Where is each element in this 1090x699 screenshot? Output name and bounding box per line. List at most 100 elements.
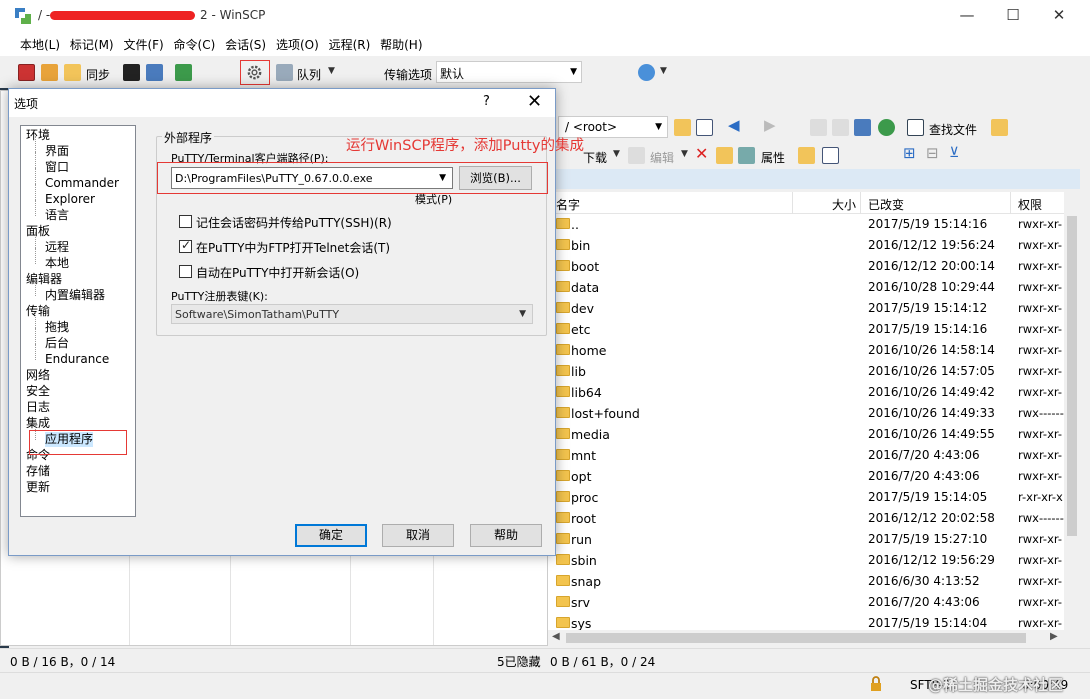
globe-dropdown-icon[interactable]: ▼ <box>660 66 667 76</box>
putty-path-input[interactable]: D:\ProgramFiles\PuTTY_0.67.0.0.exe ▼ <box>171 167 453 189</box>
col-changed[interactable]: 已改变 <box>868 196 904 213</box>
add-icon[interactable]: ⊞ <box>903 144 916 162</box>
find-files-label[interactable]: 查找文件 <box>929 121 977 138</box>
vertical-scrollbar[interactable] <box>1064 192 1080 646</box>
properties-icon[interactable] <box>738 147 755 164</box>
tree-item[interactable]: 网络 <box>26 368 50 383</box>
file-row[interactable]: etc 2017/5/19 15:14:16 rwxr-xr- <box>548 319 1068 340</box>
tree-item[interactable]: 窗口 <box>45 160 69 175</box>
hidden-count[interactable]: 5已隐藏 <box>497 653 541 670</box>
scroll-right-icon[interactable]: ▶ <box>1050 631 1058 642</box>
sync-browse-icon[interactable] <box>41 64 58 81</box>
properties-label[interactable]: 属性 <box>761 149 785 166</box>
parent-dir-icon[interactable] <box>810 119 827 136</box>
dialog-close-icon[interactable]: ✕ <box>527 91 542 112</box>
file-row[interactable]: mnt 2016/7/20 4:43:06 rwxr-xr- <box>548 445 1068 466</box>
col-size[interactable]: 大小 <box>832 196 856 213</box>
filter-icon[interactable] <box>696 119 713 136</box>
remote-file-list[interactable]: .. 2017/5/19 15:14:16 rwxr-xr-bin 2016/12/1… <box>548 214 1080 630</box>
queue-icon[interactable] <box>276 64 293 81</box>
col-name[interactable]: 名字 <box>556 196 580 213</box>
file-row[interactable]: lib64 2016/10/26 14:49:42 rwxr-xr- <box>548 382 1068 403</box>
ok-button[interactable]: 确定 <box>295 524 367 547</box>
auto-open-label[interactable]: 自动在PuTTY中打开新会话(O) <box>196 264 359 281</box>
menu-remote[interactable]: 远程(R) <box>326 32 374 53</box>
tree-item[interactable]: 存储 <box>26 464 50 479</box>
pattern-label[interactable]: 模式(P) <box>415 191 452 207</box>
tree-item[interactable]: 本地 <box>45 256 69 271</box>
file-row[interactable]: sys 2017/5/19 15:14:04 rwxr-xr- <box>548 613 1068 630</box>
file-row[interactable]: sbin 2016/12/12 19:56:29 rwxr-xr- <box>548 550 1068 571</box>
globe-icon[interactable] <box>638 64 655 81</box>
putty-icon[interactable] <box>146 64 163 81</box>
tree-item[interactable]: 环境 <box>26 128 50 143</box>
minimize-button[interactable]: — <box>944 0 990 32</box>
registry-key-select[interactable]: Software\SimonTatham\PuTTY ▼ <box>171 304 533 324</box>
rename-icon[interactable] <box>716 147 733 164</box>
remember-password-label[interactable]: 记住会话密码并传给PuTTY(SSH)(R) <box>196 214 392 231</box>
forward-arrow-icon[interactable]: ▶ <box>764 116 776 134</box>
horizontal-scrollbar[interactable]: ◀ ▶ <box>548 630 1064 646</box>
tree-item[interactable]: 面板 <box>26 224 50 239</box>
synchronize-icon[interactable] <box>64 64 81 81</box>
menu-mark[interactable]: 标记(M) <box>67 32 117 53</box>
col-rights[interactable]: 权限 <box>1018 196 1042 213</box>
browse-button[interactable]: 浏览(B)... <box>459 166 532 190</box>
telnet-ftp-checkbox[interactable] <box>179 238 192 253</box>
menu-options[interactable]: 选项(O) <box>273 32 322 53</box>
tree-item[interactable]: Explorer <box>45 192 95 207</box>
chevron-down-icon[interactable]: ▼ <box>439 173 446 183</box>
edit-label[interactable]: 编辑 <box>650 149 674 166</box>
edit-icon[interactable] <box>628 147 645 164</box>
remove-icon[interactable]: ⊟ <box>926 144 939 162</box>
file-row[interactable]: proc 2017/5/19 15:14:05 r-xr-xr-x <box>548 487 1068 508</box>
tree-item[interactable]: 界面 <box>45 144 69 159</box>
telnet-ftp-label[interactable]: 在PuTTY中为FTP打开Telnet会话(T) <box>196 239 390 256</box>
download-dropdown-icon[interactable]: ▼ <box>613 149 620 159</box>
edit-dropdown-icon[interactable]: ▼ <box>681 149 688 159</box>
tree-item[interactable]: 后台 <box>45 336 69 351</box>
new-file-icon[interactable] <box>822 147 839 164</box>
tree-item[interactable]: 安全 <box>26 384 50 399</box>
tree-item[interactable]: 远程 <box>45 240 69 255</box>
refresh-icon[interactable] <box>878 119 895 136</box>
file-row[interactable]: snap 2016/6/30 4:13:52 rwxr-xr- <box>548 571 1068 592</box>
help-button[interactable]: 帮助 <box>470 524 542 547</box>
gear-icon[interactable] <box>246 64 263 81</box>
delete-icon[interactable]: ✕ <box>695 144 708 163</box>
file-row[interactable]: .. 2017/5/19 15:14:16 rwxr-xr- <box>548 214 1068 235</box>
menu-file[interactable]: 文件(F) <box>120 32 166 53</box>
tree-icon[interactable] <box>991 119 1008 136</box>
tree-item[interactable]: Commander <box>45 176 119 191</box>
scroll-left-icon[interactable]: ◀ <box>552 631 560 642</box>
menu-session[interactable]: 会话(S) <box>222 32 269 53</box>
file-row[interactable]: media 2016/10/26 14:49:55 rwxr-xr- <box>548 424 1068 445</box>
menu-help[interactable]: 帮助(H) <box>377 32 425 53</box>
download-label[interactable]: 下载 <box>583 149 607 166</box>
help-icon[interactable]: ? <box>483 94 490 109</box>
sync-label[interactable]: 同步 <box>86 66 110 83</box>
menu-commands[interactable]: 命令(C) <box>171 32 219 53</box>
tree-item[interactable]: 拖拽 <box>45 320 69 335</box>
tree-item[interactable]: 内置编辑器 <box>45 288 105 303</box>
file-row[interactable]: srv 2016/7/20 4:43:06 rwxr-xr- <box>548 592 1068 613</box>
tree-item[interactable]: 传输 <box>26 304 50 319</box>
file-row[interactable]: bin 2016/12/12 19:56:24 rwxr-xr- <box>548 235 1068 256</box>
file-row[interactable]: lib 2016/10/26 14:57:05 rwxr-xr- <box>548 361 1068 382</box>
options-tree[interactable]: 环境 界面 窗口 Commander Explorer 语言 面板 远程 本地 编辑器 内置编辑器传… <box>20 125 136 517</box>
back-arrow-icon[interactable]: ◀ <box>728 116 740 134</box>
cancel-button[interactable]: 取消 <box>382 524 454 547</box>
select-filter-icon[interactable]: ⊻ <box>949 145 959 161</box>
queue-label[interactable]: 队列 <box>297 66 321 83</box>
root-dir-icon[interactable] <box>832 119 849 136</box>
remember-password-checkbox[interactable] <box>179 215 192 228</box>
scroll-thumb[interactable] <box>1067 216 1077 536</box>
file-row[interactable]: home 2016/10/26 14:58:14 rwxr-xr- <box>548 340 1068 361</box>
new-folder-icon[interactable] <box>798 147 815 164</box>
file-row[interactable]: dev 2017/5/19 15:14:12 rwxr-xr- <box>548 298 1068 319</box>
scroll-thumb[interactable] <box>566 633 1026 643</box>
tree-item[interactable]: 更新 <box>26 480 50 495</box>
tree-item[interactable]: Endurance <box>45 352 109 367</box>
tree-item[interactable]: 日志 <box>26 400 50 415</box>
console-icon[interactable] <box>123 64 140 81</box>
